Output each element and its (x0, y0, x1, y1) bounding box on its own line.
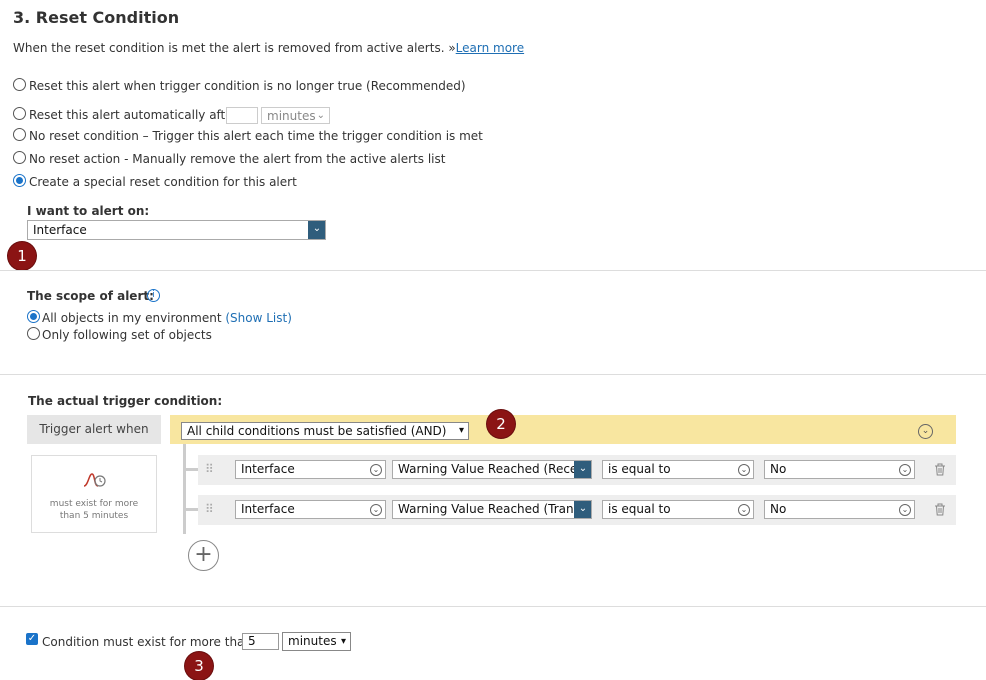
scope-all-radio[interactable] (27, 310, 40, 323)
trigger-condition-label: The actual trigger condition: (28, 394, 223, 408)
info-icon[interactable]: i (147, 289, 160, 302)
chevron-down-icon: ▾ (340, 636, 346, 647)
chevron-down-icon: ⌄ (316, 110, 325, 121)
field-select[interactable]: Warning Value Reached (Receive ⌄ (392, 460, 592, 479)
value-select[interactable]: No ⌄ (764, 500, 915, 519)
scope-following-radio[interactable] (27, 327, 40, 340)
chevron-down-icon: ⌄ (574, 461, 591, 478)
alert-on-select[interactable]: Interface ⌄ (27, 220, 326, 240)
sustained-widget-text: must exist for more than 5 minutes (49, 499, 139, 521)
divider (0, 270, 986, 271)
sustained-condition-icon (83, 473, 106, 487)
condition-exist-input[interactable]: 5 (242, 633, 279, 650)
chevron-down-icon: ⌄ (308, 221, 325, 239)
chevron-down-icon: ⌄ (738, 504, 750, 516)
reset-option-2-radio[interactable] (13, 107, 26, 120)
reset-option-5-radio[interactable] (13, 174, 26, 187)
chevron-down-icon: ⌄ (574, 501, 591, 518)
condition-row: ⠿ Interface ⌄ Warning Value Reached (Rece… (198, 455, 956, 485)
trigger-when-label: Trigger alert when (27, 415, 161, 444)
value-select[interactable]: No ⌄ (764, 460, 915, 479)
reset-minutes-input[interactable] (226, 107, 258, 124)
reset-unit-select[interactable]: minutes ⌄ (261, 107, 330, 124)
condition-exist-label: Condition must exist for more than (42, 635, 253, 649)
show-list-link[interactable]: (Show List) (225, 311, 292, 325)
chevron-down-icon: ⌄ (899, 464, 911, 476)
collapse-icon[interactable]: ⌄ (918, 424, 933, 439)
reset-option-1-label: Reset this alert when trigger condition … (29, 79, 466, 93)
chevron-down-icon: ⌄ (370, 464, 382, 476)
trash-icon[interactable] (934, 503, 946, 516)
reset-option-4-radio[interactable] (13, 151, 26, 164)
logic-select[interactable]: All child conditions must be satisfied (… (181, 422, 469, 440)
field-select[interactable]: Warning Value Reached (Transm ⌄ (392, 500, 592, 519)
operator-select[interactable]: is equal to ⌄ (602, 460, 754, 479)
alert-on-label: I want to alert on: (27, 204, 150, 218)
reset-option-2-label: Reset this alert automatically after (29, 108, 238, 122)
reset-option-3-label: No reset condition – Trigger this alert … (29, 129, 483, 143)
callout-badge-3: 3 (185, 652, 213, 680)
section-description: When the reset condition is met the aler… (13, 41, 525, 55)
drag-handle-icon[interactable]: ⠿ (205, 502, 214, 516)
divider (0, 374, 986, 375)
chevron-down-icon: ⌄ (899, 504, 911, 516)
sustained-widget[interactable]: must exist for more than 5 minutes (31, 455, 157, 533)
tree-line (183, 468, 198, 471)
scope-following-label: Only following set of objects (42, 328, 212, 342)
learn-more-link[interactable]: Learn more (456, 41, 524, 55)
trash-icon[interactable] (934, 463, 946, 476)
callout-badge-1: 1 (8, 242, 36, 270)
condition-exist-checkbox[interactable]: ✓ (26, 633, 38, 645)
reset-option-4-label: No reset action - Manually remove the al… (29, 152, 446, 166)
tree-line (183, 508, 198, 511)
callout-badge-2: 2 (487, 410, 515, 438)
object-select[interactable]: Interface ⌄ (235, 460, 386, 479)
reset-option-5-label: Create a special reset condition for thi… (29, 175, 297, 189)
reset-option-1-radio[interactable] (13, 78, 26, 91)
condition-exist-unit-select[interactable]: minutes ▾ (282, 632, 351, 651)
scope-label: The scope of alert: (27, 289, 154, 303)
divider (0, 606, 986, 607)
operator-select[interactable]: is equal to ⌄ (602, 500, 754, 519)
chevron-down-icon: ▾ (458, 425, 464, 436)
condition-row: ⠿ Interface ⌄ Warning Value Reached (Tran… (198, 495, 956, 525)
chevron-down-icon: ⌄ (370, 504, 382, 516)
drag-handle-icon[interactable]: ⠿ (205, 462, 214, 476)
object-select[interactable]: Interface ⌄ (235, 500, 386, 519)
scope-all-label: All objects in my environment (Show List… (42, 311, 292, 325)
section-title: 3. Reset Condition (13, 8, 180, 27)
tree-line (183, 444, 186, 534)
chevron-down-icon: ⌄ (738, 464, 750, 476)
add-condition-button[interactable]: + (188, 540, 219, 571)
reset-option-3-radio[interactable] (13, 128, 26, 141)
